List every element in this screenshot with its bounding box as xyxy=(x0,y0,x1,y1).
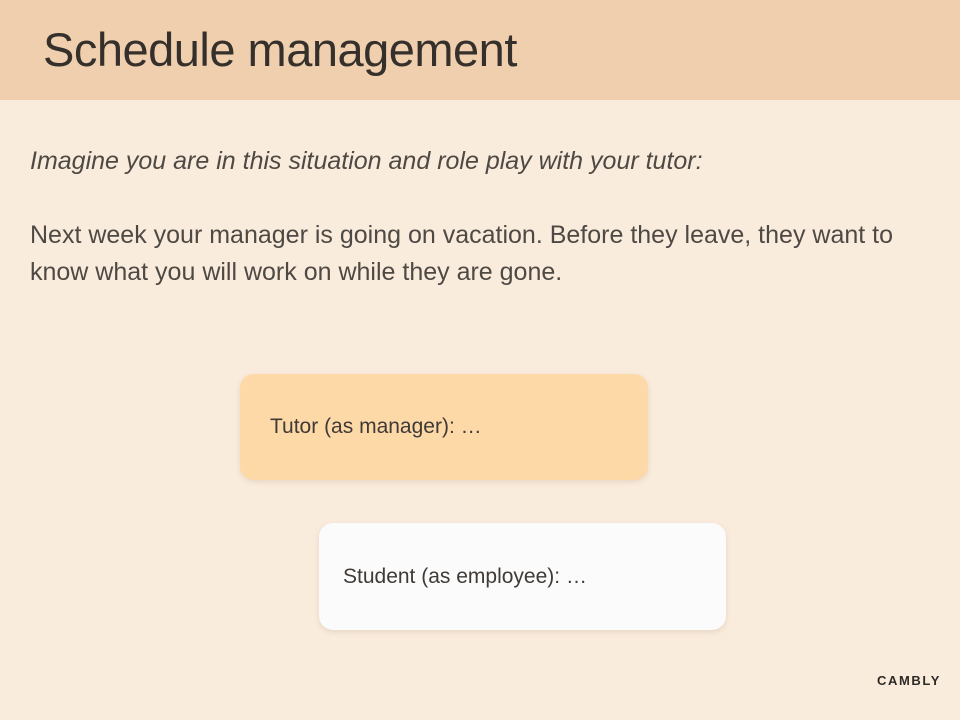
instruction-text: Imagine you are in this situation and ro… xyxy=(30,147,703,175)
student-dialogue-bubble: Student (as employee): … xyxy=(319,523,726,630)
scenario-text: Next week your manager is going on vacat… xyxy=(30,221,893,286)
cambly-logo: CAMBLY xyxy=(876,673,941,688)
student-line: Student (as employee): … xyxy=(343,564,587,588)
page-title: Schedule management xyxy=(43,23,517,76)
header-bar: Schedule management xyxy=(0,0,960,100)
tutor-line: Tutor (as manager): … xyxy=(270,415,482,438)
tutor-dialogue-bubble: Tutor (as manager): … xyxy=(240,374,648,480)
